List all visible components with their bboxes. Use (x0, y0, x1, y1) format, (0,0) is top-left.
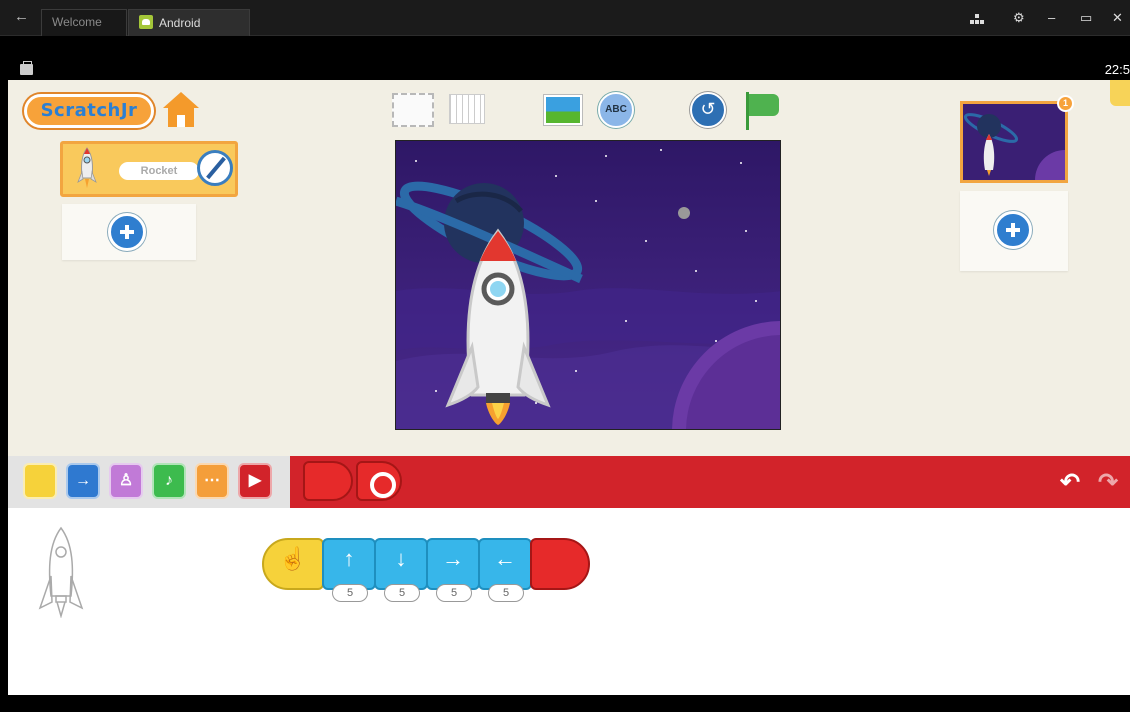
host-titlebar: ← Welcome Android ⚙ – ▭ ✕ (0, 0, 1130, 36)
scratchjr-logo: ScratchJr (24, 94, 154, 128)
rocket-sprite[interactable] (438, 227, 558, 427)
selected-sprite-watermark (38, 526, 84, 618)
add-sprite-plus-icon[interactable] (108, 213, 146, 251)
fullscreen-button[interactable] (392, 93, 434, 127)
category-selector: → ♙ ♪ ⋯ ▶ (8, 456, 290, 508)
window-left-edge (0, 36, 8, 712)
scripts-area[interactable]: ☝ ↑ 5 ↓ 5 → 5 ← 5 (8, 508, 1130, 695)
tab-android-label: Android (159, 16, 201, 30)
tap-hand-icon: ☝ (279, 546, 307, 571)
tab-welcome[interactable]: Welcome (41, 9, 127, 36)
editor-top-panel: ScratchJr ABC ↺ Rocket 1 (8, 80, 1130, 456)
paint-editor-brush-icon[interactable] (197, 150, 233, 186)
triggering-glyph (25, 465, 55, 497)
sound-speaker-icon: ♪ (165, 472, 173, 489)
move-up-block[interactable]: ↑ 5 (322, 538, 376, 602)
move-down-steps-field[interactable]: 5 (384, 584, 420, 602)
back-arrow-icon[interactable]: ← (14, 8, 29, 25)
right-arrow-icon: → (442, 546, 464, 571)
block-palette: → ♙ ♪ ⋯ ▶ ↶ ↷ (8, 456, 1130, 508)
tab-welcome-label: Welcome (52, 15, 102, 29)
background-button[interactable] (544, 95, 582, 125)
move-left-block[interactable]: ← 5 (478, 538, 532, 602)
tab-android[interactable]: Android (128, 9, 250, 36)
up-arrow-icon: ↑ (343, 546, 355, 571)
android-navbar (0, 695, 1130, 712)
minimize-icon[interactable]: – (1048, 10, 1055, 25)
category-motion-button[interactable]: → (66, 463, 100, 499)
home-icon[interactable] (163, 92, 199, 128)
green-flag-icon[interactable] (746, 92, 780, 130)
reset-button[interactable]: ↺ (690, 92, 726, 128)
undo-icon[interactable]: ↶ (1060, 468, 1080, 497)
end-icon: ▶ (248, 472, 262, 489)
control-icon: ⋯ (204, 472, 220, 489)
category-control-button[interactable]: ⋯ (195, 463, 229, 499)
rocket-thumbnail-icon (77, 147, 97, 188)
sprite-name-label[interactable]: Rocket (119, 162, 199, 180)
text-button[interactable]: ABC (598, 92, 634, 128)
motion-arrow-icon: → (75, 472, 91, 489)
move-up-steps-field[interactable]: 5 (332, 584, 368, 602)
category-end-button[interactable]: ▶ (238, 463, 272, 499)
palette-end-block[interactable] (303, 461, 353, 501)
move-right-block[interactable]: → 5 (426, 538, 480, 602)
status-time: 22:5 (1104, 62, 1130, 77)
move-down-block[interactable]: ↓ 5 (374, 538, 428, 602)
move-right-steps-field[interactable]: 5 (436, 584, 472, 602)
android-statusbar: 22:5 (8, 36, 1130, 80)
move-left-steps-field[interactable]: 5 (488, 584, 524, 602)
page-thumbnail-image (963, 104, 1065, 180)
multi-instance-icon[interactable] (970, 14, 984, 25)
page-thumbnail-1[interactable] (960, 101, 1068, 183)
restore-icon[interactable]: ▭ (1080, 10, 1092, 26)
category-triggering-button[interactable] (23, 463, 57, 499)
page-number-badge: 1 (1057, 95, 1074, 112)
left-arrow-icon: ← (494, 546, 516, 571)
scratchjr-app: ScratchJr ABC ↺ Rocket 1 → ♙ ♪ ⋯ ▶ ↶ ↷ ☝… (8, 80, 1130, 695)
sprite-card-rocket[interactable]: Rocket (60, 141, 238, 197)
start-on-tap-block[interactable]: ☝ (262, 538, 324, 590)
android-icon (139, 15, 153, 29)
down-arrow-icon: ↓ (395, 546, 407, 571)
close-icon[interactable]: ✕ (1112, 10, 1123, 26)
add-sprite-card (62, 204, 196, 260)
grid-toggle-button[interactable] (449, 94, 485, 124)
palette-repeat-forever-block[interactable] (356, 461, 402, 501)
settings-gear-icon[interactable]: ⚙ (1013, 10, 1025, 26)
category-sound-button[interactable]: ♪ (152, 463, 186, 499)
add-page-card (960, 191, 1068, 271)
end-block[interactable] (530, 538, 590, 590)
redo-icon[interactable]: ↷ (1098, 468, 1118, 497)
notification-briefcase-icon (20, 61, 33, 75)
add-page-plus-icon[interactable] (994, 211, 1032, 249)
looks-person-icon: ♙ (118, 472, 134, 489)
stage-canvas[interactable] (395, 140, 781, 430)
category-looks-button[interactable]: ♙ (109, 463, 143, 499)
emulator-window: ← Welcome Android ⚙ – ▭ ✕ 22:5 ScratchJr… (0, 0, 1130, 712)
project-info-tab[interactable] (1110, 80, 1130, 106)
